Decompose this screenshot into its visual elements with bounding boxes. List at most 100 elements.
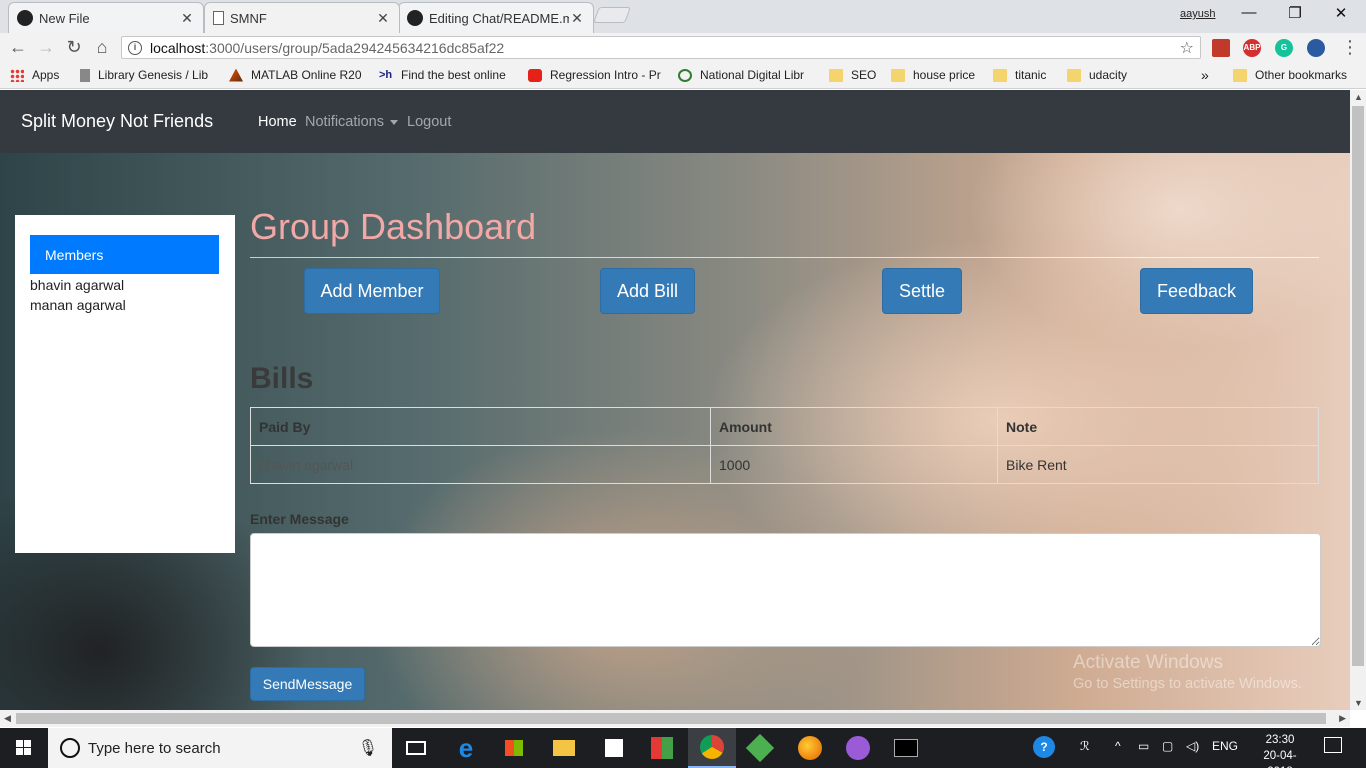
bookmark-library-genesis[interactable]: Library Genesis / Lib — [80, 68, 208, 82]
extension-globe-icon[interactable] — [1307, 39, 1325, 57]
tab-new-file[interactable]: New File ✕ — [8, 2, 204, 33]
search-placeholder: Type here to search — [88, 739, 221, 757]
vertical-scrollbar[interactable]: ▲ ▼ — [1350, 90, 1366, 710]
extension-red-book-icon[interactable] — [1212, 39, 1230, 57]
close-icon[interactable]: ✕ — [179, 10, 195, 27]
menu-dots-icon[interactable]: ⋮ — [1338, 36, 1362, 60]
vertical-scroll-thumb[interactable] — [1352, 106, 1364, 666]
url-host: localhost — [150, 39, 206, 56]
other-bookmarks[interactable]: Other bookmarks — [1233, 68, 1347, 82]
store-icon[interactable] — [490, 728, 538, 768]
bookmarks-overflow-button[interactable]: » — [1201, 67, 1209, 83]
github-icon — [407, 10, 423, 26]
system-clock[interactable]: 23:30 20-04-2018 — [1255, 732, 1305, 768]
close-icon[interactable]: ✕ — [569, 10, 585, 27]
cell-paid-by: bhavin agarwal — [250, 445, 711, 484]
nav-home[interactable]: Home — [258, 114, 297, 130]
bookmark-label: Apps — [32, 68, 60, 82]
people-icon[interactable]: ℛ — [1080, 739, 1090, 753]
scroll-up-icon[interactable]: ▲ — [1354, 92, 1363, 102]
settle-button[interactable]: Settle — [882, 268, 962, 314]
bookmark-seo[interactable]: SEO — [829, 68, 876, 82]
bookmark-star-icon[interactable]: ☆ — [1180, 38, 1194, 58]
language-indicator[interactable]: ENG — [1212, 739, 1238, 753]
column-header-note: Note — [997, 407, 1319, 446]
sticky-notes-icon[interactable] — [590, 728, 638, 768]
horizontal-scroll-thumb[interactable] — [16, 713, 1326, 724]
windows-logo-icon — [16, 740, 31, 755]
add-bill-button[interactable]: Add Bill — [600, 268, 695, 314]
nav-logout[interactable]: Logout — [407, 114, 451, 130]
tab-editing-readme[interactable]: Editing Chat/README.md ✕ — [398, 2, 594, 33]
notifications-icon[interactable] — [1324, 737, 1342, 753]
restore-icon[interactable]: ❐ — [1272, 4, 1318, 26]
scroll-right-icon[interactable]: ▶ — [1339, 713, 1346, 724]
chevron-up-icon[interactable]: ^ — [1115, 739, 1121, 753]
apps-grid-icon — [10, 68, 24, 82]
send-message-button[interactable]: SendMessage — [250, 667, 365, 701]
add-member-button[interactable]: Add Member — [304, 268, 440, 314]
page-viewport: Split Money Not Friends Home Notificatio… — [0, 90, 1350, 710]
terminal-icon[interactable] — [882, 728, 930, 768]
firefox-icon[interactable] — [786, 728, 834, 768]
profile-name[interactable]: aayush — [1180, 8, 1215, 20]
back-icon[interactable]: ← — [6, 36, 30, 60]
forward-icon[interactable]: → — [34, 36, 58, 60]
cortana-icon — [60, 738, 80, 758]
address-bar[interactable]: i localhost:3000/users/group/5ada2942456… — [121, 36, 1201, 59]
info-icon[interactable]: i — [128, 40, 142, 55]
taskbar-search-box[interactable]: Type here to search 🎙 — [48, 728, 392, 768]
message-textarea[interactable] — [250, 533, 1321, 647]
home-icon[interactable]: ⌂ — [90, 36, 114, 60]
office-app-icon[interactable] — [638, 728, 686, 768]
windows-start-button[interactable] — [0, 728, 48, 768]
github-desktop-icon[interactable] — [834, 728, 882, 768]
file-explorer-icon[interactable] — [540, 728, 588, 768]
minimize-icon[interactable]: — — [1226, 4, 1272, 26]
scroll-down-icon[interactable]: ▼ — [1354, 698, 1363, 708]
chrome-icon[interactable] — [688, 728, 736, 768]
members-header[interactable]: Members — [30, 235, 219, 274]
close-window-icon[interactable]: ✕ — [1318, 4, 1364, 26]
bookmark-label: house price — [913, 68, 976, 82]
bookmark-ndl[interactable]: National Digital Libr — [678, 68, 804, 82]
page-title: Group Dashboard — [250, 206, 537, 247]
scroll-left-icon[interactable]: ◀ — [4, 713, 11, 724]
bookmark-hackerrank[interactable]: >h Find the best online — [379, 68, 506, 82]
network-icon[interactable]: ▭ — [1138, 739, 1149, 753]
cell-note: Bike Rent — [997, 445, 1319, 484]
volume-icon[interactable]: ◁) — [1186, 739, 1199, 753]
ndl-icon — [678, 68, 692, 82]
task-view-icon[interactable] — [392, 728, 440, 768]
bookmark-house-price[interactable]: house price — [891, 68, 975, 82]
hackerrank-icon: >h — [379, 68, 393, 81]
bookmark-titanic[interactable]: titanic — [993, 68, 1046, 82]
folder-icon — [1233, 68, 1247, 82]
nav-notifications[interactable]: Notifications — [305, 114, 398, 130]
grammarly-icon[interactable]: G — [1275, 39, 1293, 57]
library-icon — [80, 68, 90, 82]
git-tool-icon[interactable] — [736, 728, 784, 768]
reload-icon[interactable]: ↻ — [62, 36, 86, 60]
feedback-button[interactable]: Feedback — [1140, 268, 1253, 314]
table-row: bhavin agarwal 1000 Bike Rent — [250, 445, 1319, 484]
adblock-icon[interactable]: ABP — [1243, 39, 1261, 57]
close-icon[interactable]: ✕ — [375, 10, 391, 27]
bookmark-udacity[interactable]: udacity — [1067, 68, 1127, 82]
bookmark-apps[interactable]: Apps — [10, 68, 59, 82]
tab-smnf[interactable]: SMNF ✕ — [204, 2, 400, 33]
bookmark-label: Other bookmarks — [1255, 68, 1348, 82]
bookmark-matlab[interactable]: MATLAB Online R20 — [229, 68, 362, 82]
display-icon[interactable]: ▢ — [1162, 739, 1173, 753]
message-label: Enter Message — [250, 511, 349, 527]
horizontal-scrollbar[interactable]: ◀ ▶ — [0, 710, 1350, 727]
bookmark-regression[interactable]: Regression Intro - Pr — [528, 68, 661, 82]
new-tab-button[interactable] — [593, 7, 631, 23]
folder-icon — [993, 68, 1007, 82]
edge-icon[interactable]: e — [442, 728, 490, 768]
help-icon[interactable]: ? — [1033, 736, 1055, 758]
activate-windows-subtitle: Go to Settings to activate Windows. — [1073, 676, 1302, 692]
microphone-icon[interactable]: 🎙 — [358, 738, 378, 758]
tab-title: SMNF — [230, 10, 267, 26]
brand-link[interactable]: Split Money Not Friends — [21, 111, 213, 132]
